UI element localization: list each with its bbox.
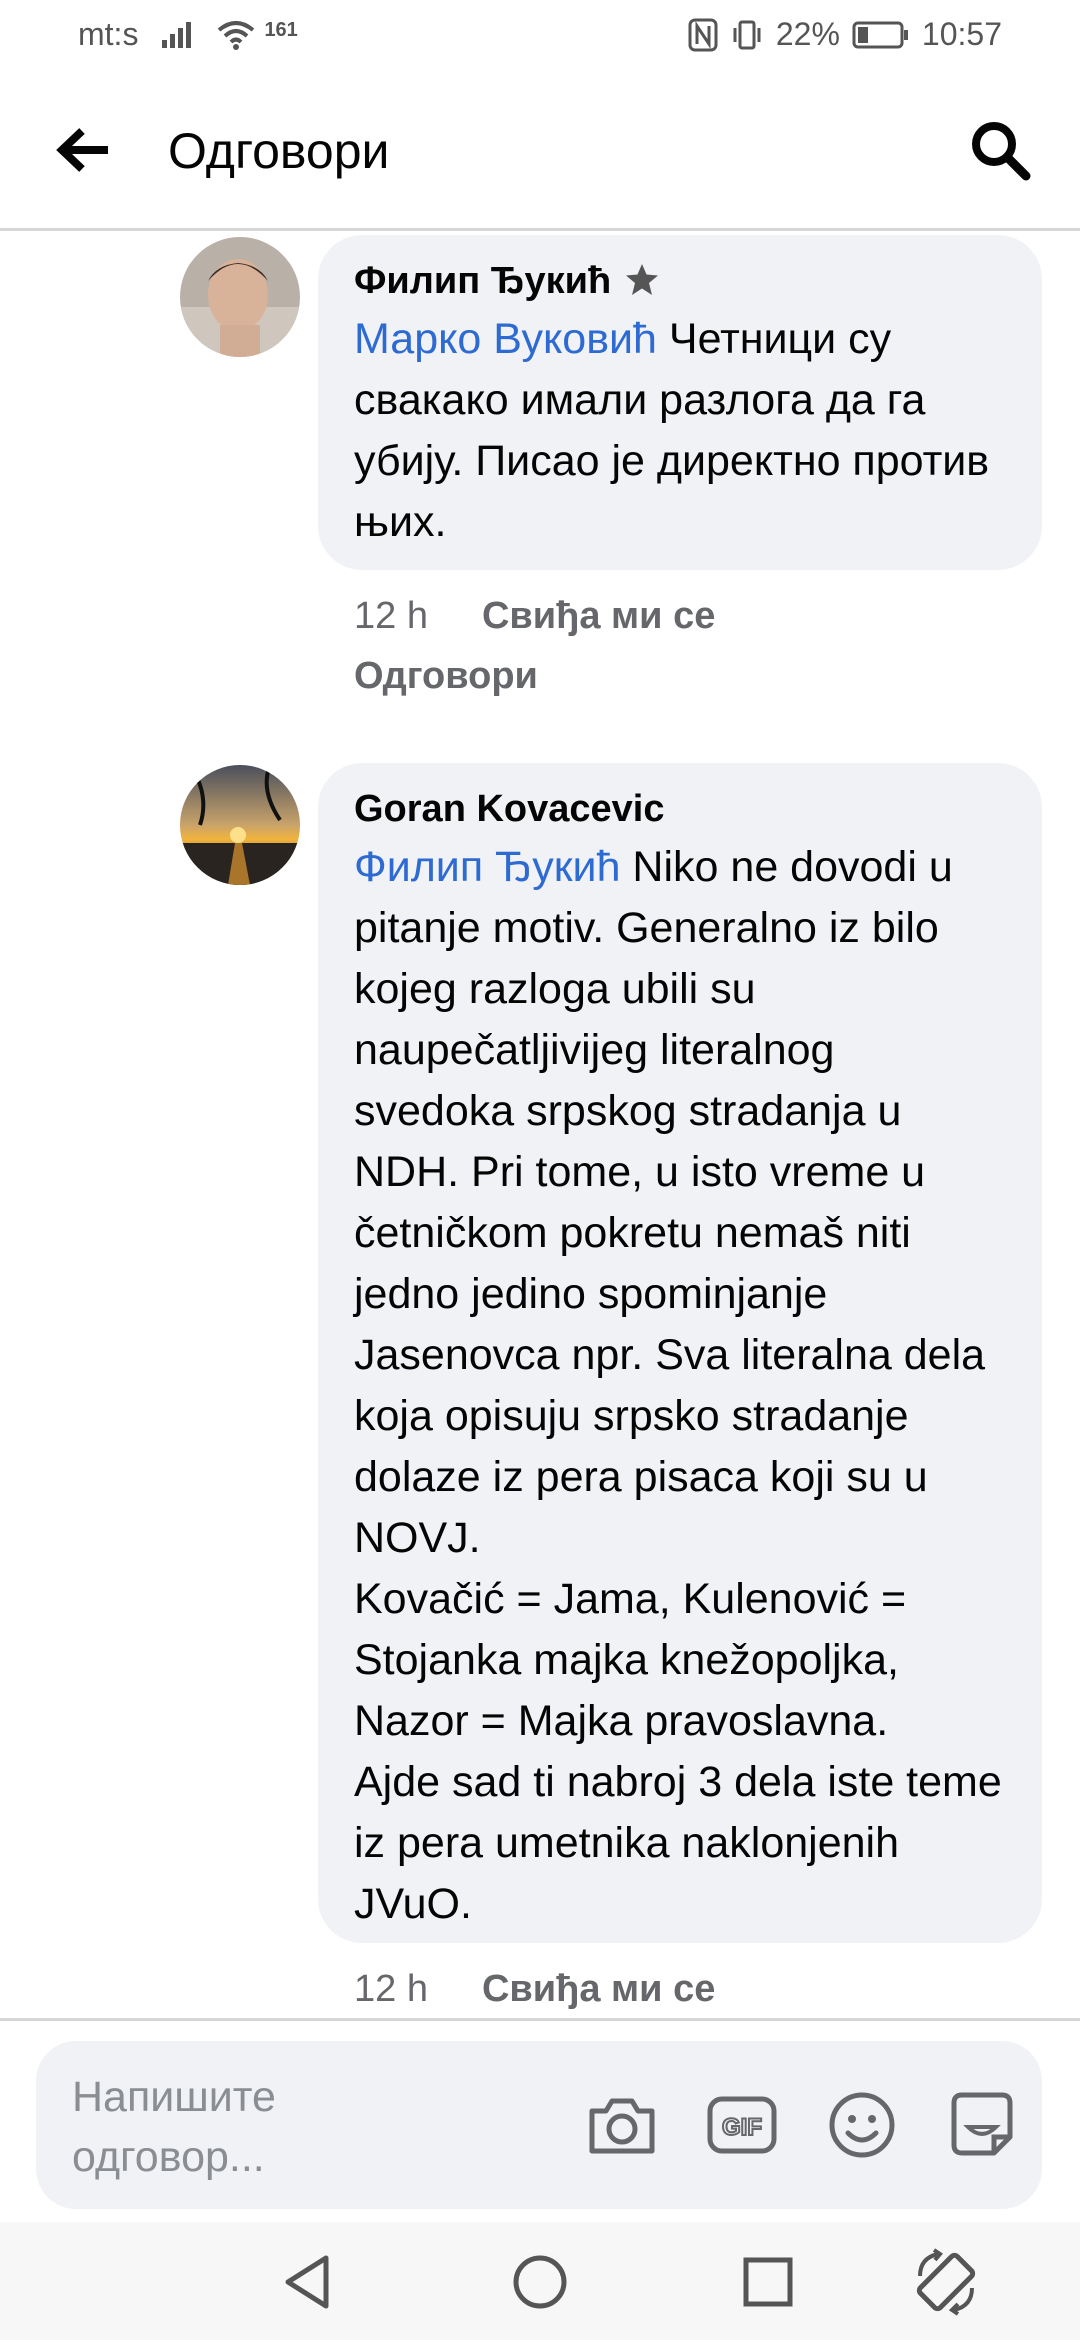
recents-square-icon[interactable] [732,2246,804,2318]
comment-text: Филип Ђукић Niko ne dovodi u pitanje mot… [354,837,1006,1935]
mention-link[interactable]: Марко Вуковић [354,315,657,363]
like-button[interactable]: Свиђа ми се [482,595,715,637]
nfc-icon [688,18,718,51]
comment-time: 12 h [354,1968,428,2010]
gif-icon[interactable]: GIF [706,2089,778,2161]
network-speed-label: 161 [264,19,298,41]
back-triangle-icon[interactable] [272,2246,344,2318]
avatar[interactable] [180,237,300,357]
comment-body: Niko ne dovodi u pitanje motiv. Generaln… [354,843,1002,1928]
vibrate-icon [733,20,761,49]
comment-time: 12 h [354,595,428,637]
comment-actions: 12 h Свиђа ми се [354,1959,715,2018]
comment-text: Марко Вуковић Четници су свакако имали р… [354,309,1006,553]
carrier-label: mt:s [78,16,139,52]
star-badge-icon [626,264,659,295]
battery-percent: 22% [775,16,840,52]
camera-icon[interactable] [586,2089,658,2161]
comment-author[interactable]: Филип Ђукић [354,257,611,305]
like-button[interactable]: Свиђа ми се [482,1968,715,2010]
reply-placeholder: Напишите одговор... [72,2073,276,2181]
reply-composer: Напишите одговор... GIF [0,2018,1080,2225]
emoji-icon[interactable] [826,2089,898,2161]
system-nav-bar [0,2222,1080,2340]
reply-input[interactable]: Напишите одговор... GIF [36,2041,1042,2209]
comment-bubble: Goran Kovacevic Филип Ђукић Niko ne dovo… [318,763,1042,1943]
battery-icon [852,21,908,48]
reply-button[interactable]: Одговори [354,655,538,697]
svg-text:GIF: GIF [722,2114,762,2141]
back-arrow-icon[interactable] [56,126,112,174]
page-title: Одговори [168,123,390,179]
comment-author[interactable]: Goran Kovacevic [354,785,664,833]
signal-icon [162,21,192,48]
comment-actions: 12 h Свиђа ми се Одговори [354,586,715,706]
sticker-icon[interactable] [946,2089,1018,2161]
search-icon[interactable] [968,118,1032,182]
comment-bubble: Филип Ђукић Марко Вуковић Четници су сва… [318,235,1042,570]
mention-link[interactable]: Филип Ђукић [354,843,620,891]
replies-list: Филип Ђукић Марко Вуковић Четници су сва… [0,231,1080,2018]
status-bar: mt:s 161 22% 10:57 [0,0,1080,72]
avatar[interactable] [180,765,300,885]
wifi-icon [218,20,255,50]
app-header: Одговори [0,72,1080,231]
rotate-icon[interactable] [910,2246,982,2318]
clock: 10:57 [921,16,1002,52]
home-circle-icon[interactable] [504,2246,576,2318]
